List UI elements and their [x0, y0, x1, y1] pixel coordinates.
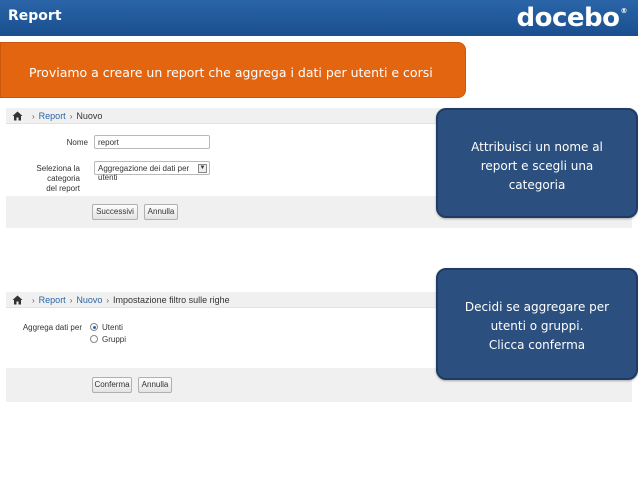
chevron-right-icon: ›: [106, 296, 110, 305]
home-icon[interactable]: [12, 111, 23, 121]
instruction-banner: Proviamo a creare un report che aggrega …: [0, 42, 466, 98]
logo-trademark: ®: [620, 7, 628, 15]
radio-groups-label[interactable]: Gruppi: [102, 335, 126, 344]
callout-line: report e scegli una: [480, 159, 594, 173]
callout-line: categoria: [508, 178, 566, 192]
cancel-button[interactable]: Annulla: [144, 204, 178, 220]
app-header: Report docebo®: [0, 0, 638, 36]
category-select[interactable]: Aggregazione dei dati per utenti ▼: [94, 161, 210, 182]
breadcrumb-report-link[interactable]: Report: [39, 295, 66, 305]
category-select-value: Aggregazione dei dati per utenti: [98, 164, 190, 182]
page-title: Report: [8, 8, 62, 24]
callout-line: Attribuisci un nome al: [471, 140, 603, 154]
chevron-right-icon: ›: [69, 112, 73, 121]
chevron-down-icon[interactable]: ▼: [198, 164, 207, 173]
name-input[interactable]: report: [94, 135, 210, 149]
breadcrumb-new-link[interactable]: Nuovo: [76, 295, 102, 305]
callout-aggregate: Decidi se aggregare per utenti o gruppi.…: [436, 268, 638, 380]
confirm-button[interactable]: Conferma: [92, 377, 132, 393]
breadcrumb-trail: › Report › Nuovo: [28, 111, 102, 121]
home-icon[interactable]: [12, 295, 23, 305]
breadcrumb-current: Impostazione filtro sulle righe: [113, 295, 230, 305]
callout-name-category: Attribuisci un nome al report e scegli u…: [436, 108, 638, 218]
radio-users-label[interactable]: Utenti: [102, 323, 123, 332]
callout-line: Clicca conferma: [488, 338, 586, 352]
breadcrumb-report-link[interactable]: Report: [39, 111, 66, 121]
radio-groups[interactable]: [90, 335, 98, 343]
name-label: Nome: [66, 138, 88, 147]
banner-text: Proviamo a creare un report che aggrega …: [29, 65, 433, 80]
category-label: Seleziona la categoria del report: [8, 164, 80, 194]
logo-text: docebo: [516, 3, 621, 33]
category-label-line2: del report: [46, 184, 80, 193]
callout-line: Decidi se aggregare per: [464, 300, 610, 314]
chevron-right-icon: ›: [69, 296, 73, 305]
category-label-line1: Seleziona la categoria: [36, 164, 80, 183]
callout-line: utenti o gruppi.: [490, 319, 584, 333]
breadcrumb-trail: › Report › Nuovo › Impostazione filtro sulle …: [28, 295, 230, 305]
docebo-logo: docebo®: [516, 3, 628, 33]
radio-users[interactable]: [90, 323, 98, 331]
cancel-button[interactable]: Annulla: [138, 377, 172, 393]
next-button[interactable]: Successivi: [92, 204, 138, 220]
breadcrumb-current: Nuovo: [76, 111, 103, 121]
chevron-right-icon: ›: [32, 112, 35, 121]
chevron-right-icon: ›: [32, 296, 35, 305]
aggregate-label: Aggrega dati per: [22, 323, 82, 332]
